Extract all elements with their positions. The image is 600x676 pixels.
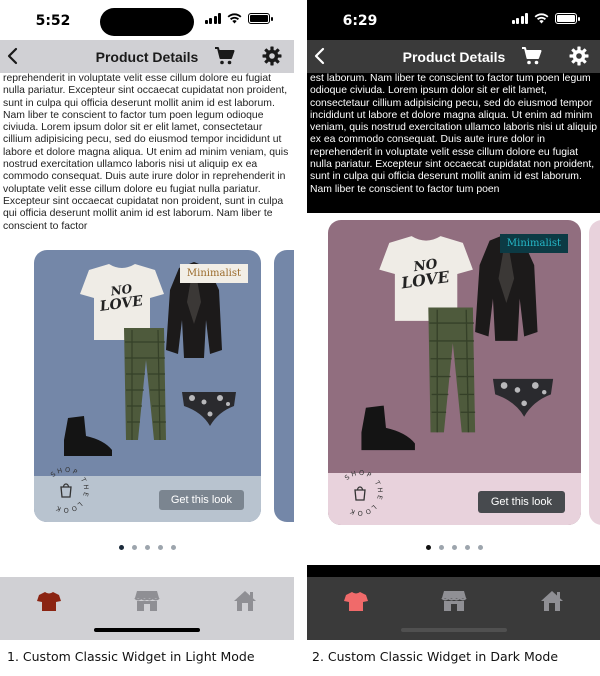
home-indicator xyxy=(94,628,200,632)
get-this-look-button[interactable]: Get this look xyxy=(477,491,565,513)
tab-bar xyxy=(307,577,600,640)
tab-bar xyxy=(0,577,294,640)
get-this-look-button[interactable]: Get this look xyxy=(158,490,244,510)
caption-light-mode: 1. Custom Classic Widget in Light Mode xyxy=(7,649,255,664)
look-card[interactable]: NO LOVE Minimalist SHOP THE LOOK Get thi… xyxy=(34,250,261,522)
tab-bar-divider xyxy=(307,565,600,577)
look-carousel[interactable]: NO LOVE Minimalist SHOP THE LOOK Get thi… xyxy=(0,250,294,530)
wifi-icon xyxy=(227,13,242,24)
status-time: 6:29 xyxy=(342,13,378,29)
shop-the-look-badge: SHOP THE LOOK xyxy=(49,466,90,514)
page-dot[interactable] xyxy=(144,545,150,550)
caption-dark-mode: 2. Custom Classic Widget in Dark Mode xyxy=(312,649,559,664)
status-time: 5:52 xyxy=(35,13,71,29)
page-indicator xyxy=(307,545,600,550)
store-icon[interactable] xyxy=(441,589,467,613)
status-bar: 6:29 xyxy=(307,0,600,40)
home-indicator xyxy=(401,628,507,632)
signal-icon xyxy=(511,13,528,24)
shop-the-look-label: SHOP THE LOOK xyxy=(343,469,382,517)
next-card-peek[interactable] xyxy=(274,250,294,522)
wifi-icon xyxy=(534,13,549,24)
look-card[interactable]: NO LOVE Minimalist SHOP THE LOOK Get thi… xyxy=(328,220,581,525)
status-bar: 5:52 xyxy=(0,0,294,40)
page-indicator xyxy=(0,545,294,550)
home-icon[interactable] xyxy=(539,589,565,613)
gear-icon[interactable] xyxy=(262,46,282,66)
page-dot-active[interactable] xyxy=(118,545,124,550)
home-icon[interactable] xyxy=(232,589,258,613)
page-dot[interactable] xyxy=(438,545,444,550)
page-dot[interactable] xyxy=(464,545,470,550)
style-tag: Minimalist xyxy=(179,264,248,283)
page-dot[interactable] xyxy=(131,545,137,550)
store-icon[interactable] xyxy=(134,589,160,613)
product-description: reprehenderit in voluptate velit esse ci… xyxy=(0,73,294,232)
page-dot-active[interactable] xyxy=(425,545,431,550)
next-card-peek[interactable] xyxy=(589,220,600,525)
phone-light-mode: 5:52 Product Details reprehenderit in vo… xyxy=(0,0,294,640)
tshirt-icon[interactable] xyxy=(36,589,62,613)
cart-icon[interactable] xyxy=(521,46,543,66)
page-title: Product Details xyxy=(402,49,506,65)
battery-icon xyxy=(555,13,580,24)
svg-text:SHOP THE LOOK: SHOP THE LOOK xyxy=(49,466,90,514)
look-carousel[interactable]: NO LOVE Minimalist SHOP THE LOOK Get thi… xyxy=(307,220,600,525)
cart-icon[interactable] xyxy=(214,46,236,66)
phone-dark-mode: 6:29 Product Details est laborum. Nam li… xyxy=(307,0,600,640)
tshirt-icon[interactable] xyxy=(343,589,369,613)
page-dot[interactable] xyxy=(170,545,176,550)
gear-icon[interactable] xyxy=(569,46,589,66)
navigation-bar: Product Details xyxy=(0,40,294,73)
product-description: est laborum. Nam liber te conscient to f… xyxy=(307,73,600,213)
outfit-image: NO LOVE xyxy=(64,262,236,456)
outfit-image: NO LOVE xyxy=(361,233,554,451)
dynamic-island xyxy=(100,8,194,36)
shop-the-look-label: SHOP THE LOOK xyxy=(49,466,88,514)
shop-the-look-badge: SHOP THE LOOK xyxy=(343,469,384,517)
style-tag: Minimalist xyxy=(499,234,568,253)
signal-icon xyxy=(204,13,221,24)
page-dot[interactable] xyxy=(157,545,163,550)
navigation-bar: Product Details xyxy=(307,40,600,73)
page-dot[interactable] xyxy=(477,545,483,550)
battery-icon xyxy=(248,13,273,24)
page-dot[interactable] xyxy=(451,545,457,550)
svg-text:SHOP THE LOOK: SHOP THE LOOK xyxy=(343,469,384,517)
page-title: Product Details xyxy=(95,49,199,65)
